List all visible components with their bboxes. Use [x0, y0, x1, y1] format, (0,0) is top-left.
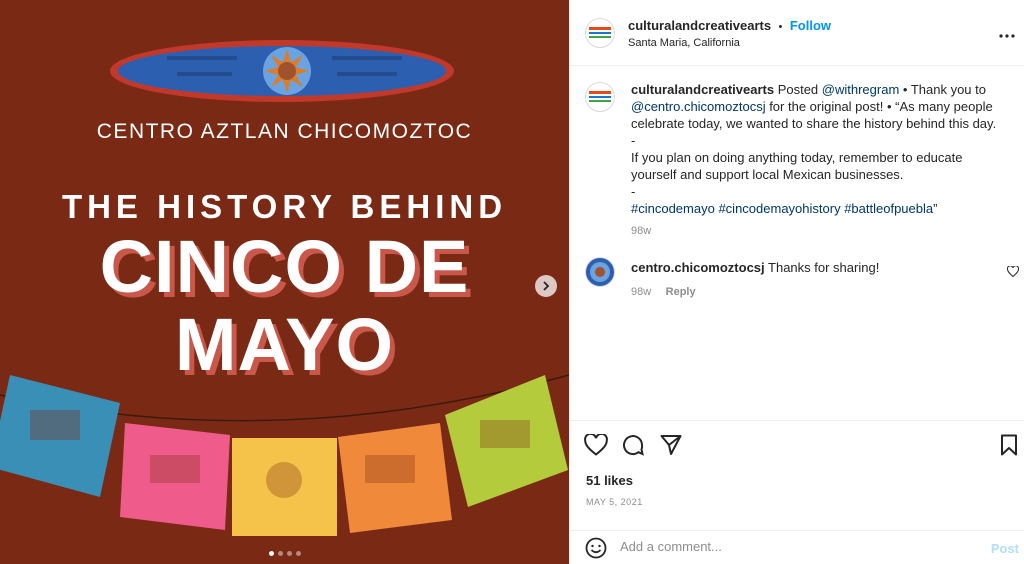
like-button[interactable] [584, 432, 608, 461]
carousel-dot [286, 551, 292, 556]
author-avatar[interactable] [585, 18, 615, 48]
post-actions: 51 likes MAY 5, 2021 [570, 420, 1024, 530]
mention-withregram[interactable]: @withregram [822, 82, 900, 97]
mention-centro[interactable]: @centro.chicomoztocsj [631, 99, 766, 114]
follow-button[interactable]: Follow [790, 18, 831, 33]
caption-timestamp[interactable]: 98w [631, 223, 1011, 240]
carousel-dot [277, 551, 283, 556]
org-name-text: CENTRO AZTLAN CHICOMOZTOC [96, 120, 473, 143]
hashtag-cincodemayo[interactable]: #cincodemayo [631, 201, 715, 216]
location-link[interactable]: Santa Maria, California [628, 37, 740, 49]
caption-dash: - [631, 133, 636, 148]
headline-title: CINCO DE MAYO [0, 228, 569, 384]
bookmark-icon [1001, 434, 1017, 456]
flag-orange [338, 423, 452, 533]
header-title-row: culturalandcreativearts • Follow [628, 17, 831, 35]
caption-dash: - [631, 184, 636, 199]
caption-text: culturalandcreativearts Posted @withregr… [631, 81, 1011, 240]
flag-blue [0, 375, 120, 497]
heart-icon [1006, 265, 1020, 278]
caption-username[interactable]: culturalandcreativearts [631, 82, 774, 97]
post-media[interactable]: CENTRO AZTLAN CHICOMOZTOC THE HISTORY BE… [0, 0, 569, 564]
post-sidebar: culturalandcreativearts • Follow Santa M… [569, 0, 1024, 564]
more-horizontal-icon [999, 34, 1015, 38]
share-button[interactable] [660, 434, 682, 461]
flag-green [445, 375, 568, 507]
comment-like-button[interactable] [1006, 264, 1020, 282]
flag-yellow [232, 438, 337, 536]
likes-count[interactable]: 51 likes [586, 473, 633, 488]
comment-input[interactable] [620, 539, 960, 554]
paper-plane-icon [660, 435, 682, 455]
chevron-right-icon [543, 281, 550, 291]
carousel-indicator [0, 551, 569, 556]
hashtag-cincodemayohistory[interactable]: #cincodemayohistory [718, 201, 840, 216]
caption-paragraph-2: If you plan on doing anything today, rem… [631, 150, 963, 182]
hashtag-battleofpuebla[interactable]: #battleofpuebla [844, 201, 933, 216]
emoji-button[interactable] [585, 537, 607, 564]
save-button[interactable] [1000, 434, 1018, 461]
emoji-smiley-icon [585, 537, 607, 559]
caption-closing-quote: ” [933, 201, 938, 216]
comment-button[interactable] [622, 434, 644, 461]
comments-section: culturalandcreativearts Posted @withregr… [570, 66, 1024, 420]
headline-line-1: THE HISTORY BEHIND [61, 188, 508, 225]
caption-fragment: Posted [774, 82, 822, 97]
post-date[interactable]: MAY 5, 2021 [586, 497, 643, 507]
sun-logo-icon [590, 262, 610, 282]
more-options-button[interactable] [999, 22, 1015, 43]
post-header: culturalandcreativearts • Follow Santa M… [570, 0, 1024, 66]
commenter-avatar[interactable] [585, 257, 615, 287]
header-username[interactable]: culturalandcreativearts [628, 18, 771, 33]
caption-hashtags: #cincodemayo #cincodemayohistory #battle… [631, 200, 1011, 217]
reply-button[interactable]: Reply [666, 286, 696, 298]
caption-author-avatar[interactable] [585, 82, 615, 112]
flag-pink [120, 423, 230, 530]
heart-icon [584, 432, 608, 456]
caption-fragment: • Thank you to [899, 82, 986, 97]
corazon-logo-icon [589, 27, 611, 38]
post-comment-button[interactable]: Post [991, 541, 1019, 556]
comment-bubble-icon [623, 435, 644, 456]
comment-text: centro.chicomoztocsj Thanks for sharing! [631, 259, 981, 276]
comment-meta: 98w Reply [631, 282, 696, 300]
carousel-next-button[interactable] [535, 275, 557, 297]
add-comment-bar: Post [570, 530, 1024, 564]
corazon-logo-icon [589, 91, 611, 102]
comment-username[interactable]: centro.chicomoztocsj [631, 260, 765, 275]
comment-timestamp[interactable]: 98w [631, 286, 651, 298]
carousel-dot [268, 551, 274, 556]
centro-aztlan-logo [110, 40, 454, 102]
header-separator: • [778, 21, 783, 33]
headline-line-2: CINCO DE [99, 225, 470, 308]
comment-body: Thanks for sharing! [768, 260, 880, 275]
carousel-dot [295, 551, 301, 556]
papel-picado-banner [0, 374, 569, 536]
